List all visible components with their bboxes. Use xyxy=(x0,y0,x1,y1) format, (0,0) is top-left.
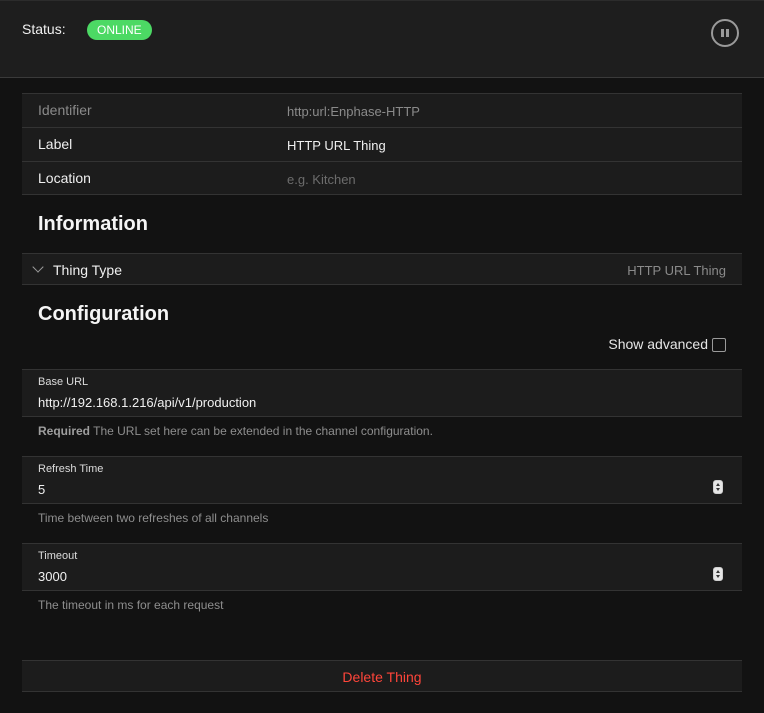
required-label: Required xyxy=(38,424,91,438)
identifier-value: http:url:Enphase-HTTP xyxy=(287,104,420,119)
status-header: Status: ONLINE xyxy=(0,0,764,78)
label-label: Label xyxy=(38,136,73,152)
thing-type-value: HTTP URL Thing xyxy=(627,263,726,278)
location-label: Location xyxy=(38,170,91,186)
base-url-hint-text: The URL set here can be extended in the … xyxy=(90,424,433,438)
location-row[interactable]: Location e.g. Kitchen xyxy=(22,162,742,195)
identifier-label: Identifier xyxy=(38,102,92,118)
properties-panel: Identifier http:url:Enphase-HTTP Label H… xyxy=(22,93,742,194)
refresh-time-hint: Time between two refreshes of all channe… xyxy=(38,511,269,525)
identifier-row: Identifier http:url:Enphase-HTTP xyxy=(22,94,742,128)
timeout-label: Timeout xyxy=(38,550,78,562)
refresh-time-input[interactable] xyxy=(38,479,688,499)
pause-circle-icon-bar xyxy=(726,29,729,37)
timeout-hint: The timeout in ms for each request xyxy=(38,598,224,612)
base-url-label: Base URL xyxy=(38,376,89,388)
thing-type-row[interactable]: Thing Type HTTP URL Thing xyxy=(22,253,742,285)
timeout-stepper[interactable] xyxy=(713,567,723,581)
location-input[interactable]: e.g. Kitchen xyxy=(287,172,356,187)
delete-thing-button[interactable]: Delete Thing xyxy=(342,669,421,685)
status-label: Status: xyxy=(22,21,66,37)
configuration-title: Configuration xyxy=(38,303,170,325)
delete-row: Delete Thing xyxy=(22,660,742,692)
timeout-input[interactable] xyxy=(38,566,688,586)
refresh-time-field: Refresh Time xyxy=(22,456,742,504)
base-url-hint: Required The URL set here can be extende… xyxy=(38,424,433,438)
base-url-field: Base URL xyxy=(22,369,742,417)
base-url-input[interactable] xyxy=(38,392,688,412)
timeout-field: Timeout xyxy=(22,543,742,591)
status-badge: ONLINE xyxy=(87,20,152,40)
pause-button[interactable] xyxy=(711,19,739,47)
divider xyxy=(22,194,742,195)
label-row[interactable]: Label HTTP URL Thing xyxy=(22,128,742,162)
pause-circle-icon xyxy=(721,29,724,37)
refresh-time-label: Refresh Time xyxy=(38,463,104,475)
information-title: Information xyxy=(38,213,148,235)
label-value[interactable]: HTTP URL Thing xyxy=(287,138,386,153)
show-advanced-checkbox[interactable] xyxy=(712,338,726,352)
show-advanced-label: Show advanced xyxy=(608,336,708,352)
chevron-down-icon xyxy=(32,261,44,273)
refresh-time-stepper[interactable] xyxy=(713,480,723,494)
thing-type-label: Thing Type xyxy=(53,262,123,278)
